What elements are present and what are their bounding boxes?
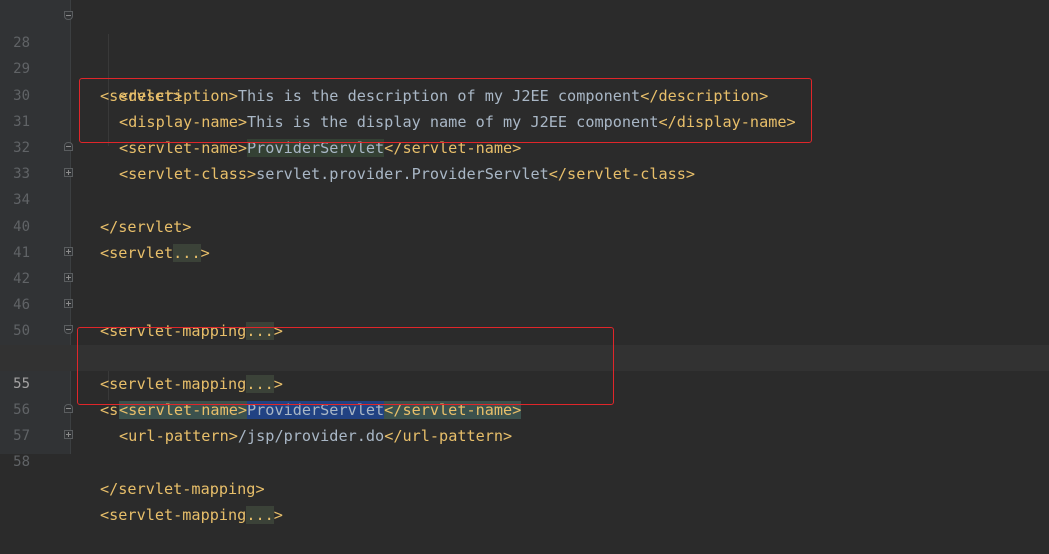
- fold-expand-icon[interactable]: [64, 273, 73, 282]
- code-editor[interactable]: 28 <servlet> 29 <description>This is the…: [0, 0, 1049, 524]
- code-line[interactable]: 46 <servlet-mapping...>: [0, 266, 1049, 367]
- code-line[interactable]: 42 <servlet-mapping...>: [0, 240, 1049, 341]
- fold-end-icon[interactable]: [64, 404, 73, 413]
- fold-collapse-icon[interactable]: [64, 11, 73, 20]
- fold-expand-icon[interactable]: [64, 168, 73, 178]
- annotation-box: [79, 78, 812, 143]
- code-line[interactable]: 34 <servlet...>: [0, 161, 1049, 262]
- code-line[interactable]: 50 <servlet-mapping...>: [0, 292, 1049, 393]
- fold-end-icon[interactable]: [64, 142, 73, 151]
- code-text: </servlet-mapping>: [100, 479, 265, 498]
- code-text: <servlet-mapping...>: [100, 505, 283, 524]
- code-line[interactable]: 28 <servlet>: [0, 4, 1049, 105]
- fold-collapse-icon[interactable]: [64, 325, 73, 335]
- code-line[interactable]: 58 <servlet-mapping...>: [0, 423, 1049, 524]
- code-line[interactable]: 41: [0, 214, 1049, 261]
- line-number: 58: [13, 454, 30, 471]
- fold-expand-icon[interactable]: [64, 299, 73, 309]
- fold-expand-icon[interactable]: [64, 246, 73, 256]
- code-line[interactable]: 29 <description>This is the description …: [0, 30, 1049, 104]
- annotation-box: [77, 327, 614, 405]
- code-line[interactable]: 40: [0, 187, 1049, 235]
- fold-expand-icon[interactable]: [64, 430, 73, 440]
